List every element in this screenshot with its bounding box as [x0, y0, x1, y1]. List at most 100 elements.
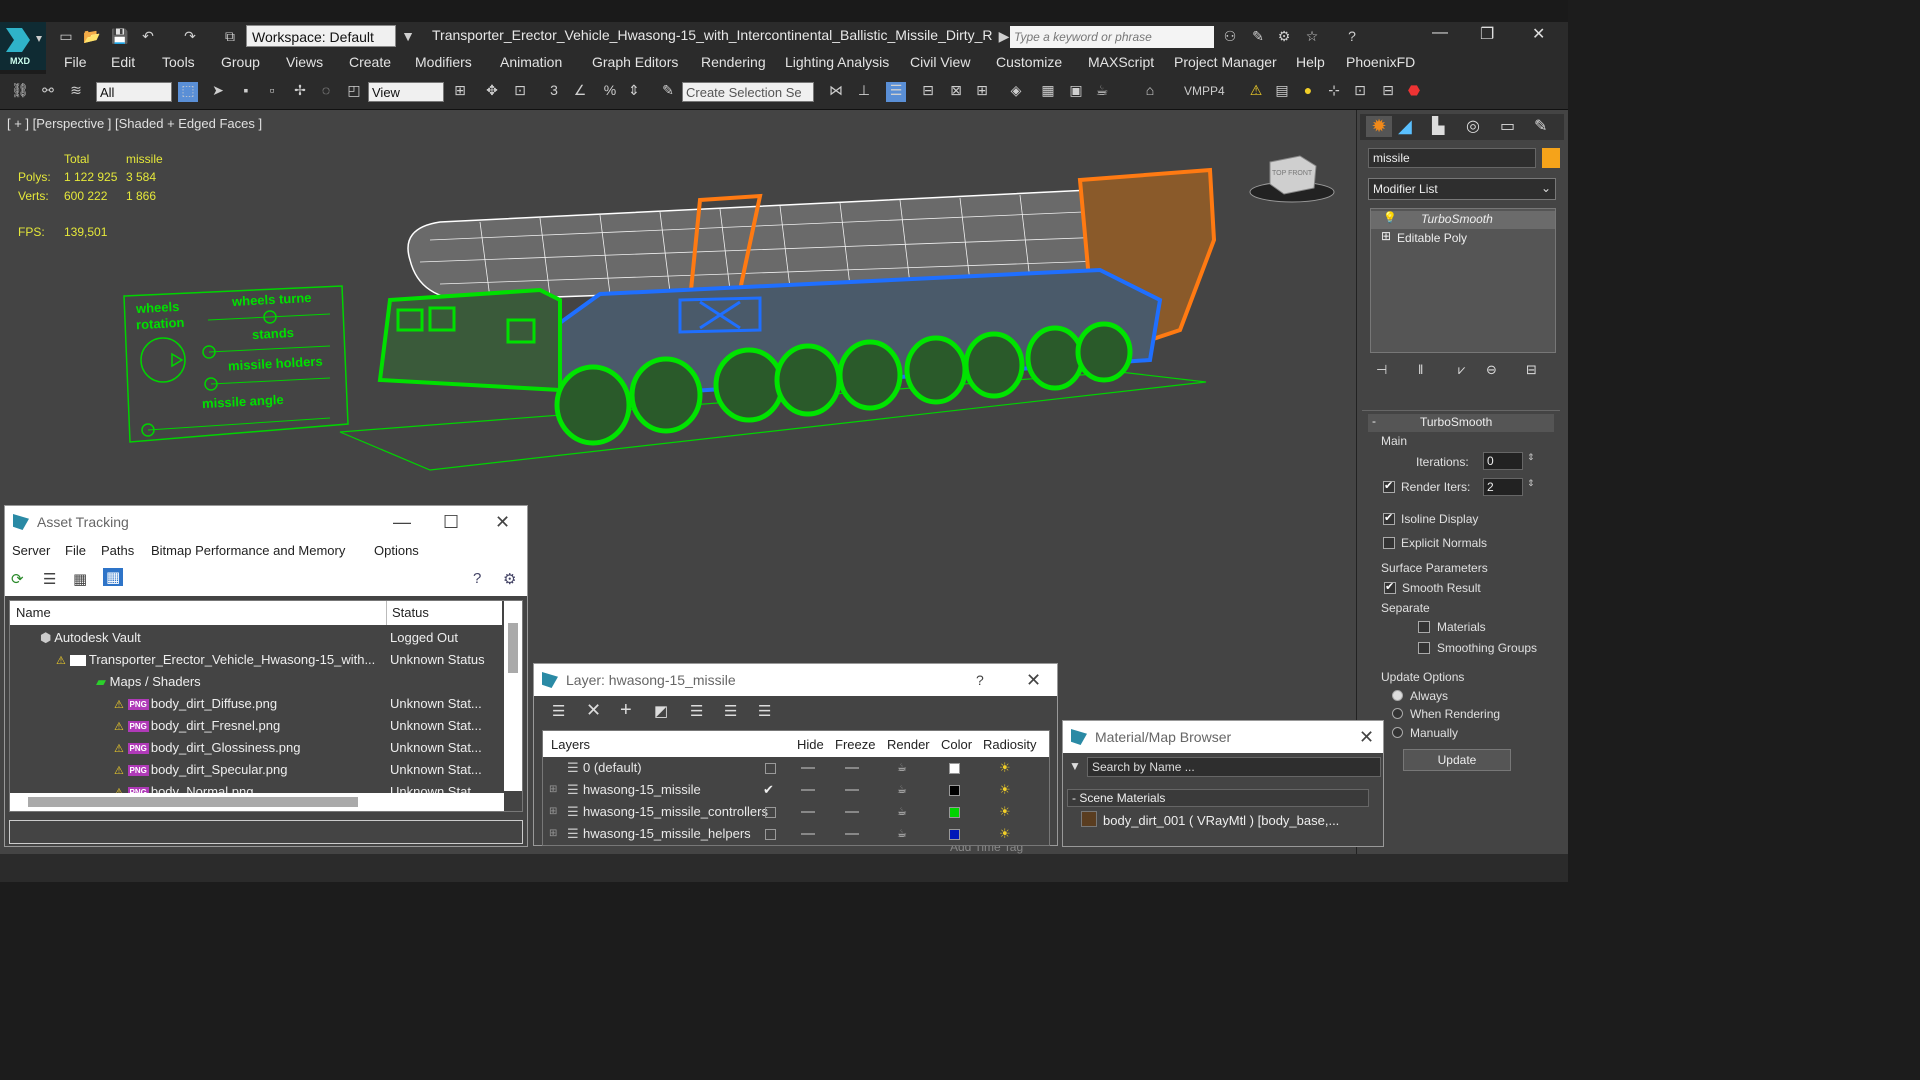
col-status-header[interactable]: Status	[392, 605, 429, 620]
chevron-down-icon[interactable]: ⌄	[1541, 181, 1551, 195]
layer-color-swatch[interactable]	[949, 807, 960, 818]
freeze-toggle[interactable]	[845, 811, 859, 813]
hierarchy-tab-icon[interactable]: ▙	[1432, 116, 1444, 136]
curve-editor-icon[interactable]: ⊠	[946, 82, 966, 102]
table-row[interactable]: ⚠ Transporter_Erector_Vehicle_Hwasong-15…	[10, 649, 522, 671]
binoculars-icon[interactable]: ⚇	[1220, 26, 1240, 46]
render-icon[interactable]: ☕	[1092, 82, 1112, 102]
active-layer-box[interactable]	[765, 763, 776, 774]
viewport-label[interactable]: [ + ] [Perspective ] [Shaded + Edged Fac…	[7, 116, 262, 131]
layer-color-swatch[interactable]	[949, 829, 960, 840]
isoline-display-checkbox[interactable]	[1383, 511, 1395, 525]
remove-modifier-icon[interactable]: ⊖	[1486, 362, 1497, 378]
menu-help[interactable]: Help	[1296, 54, 1325, 70]
close-icon[interactable]: ✕	[1532, 24, 1545, 44]
hide-toggle[interactable]	[801, 789, 815, 791]
layer-row[interactable]: ⊞ ☰ hwasong-15_missile_controllers ☕ ☀	[543, 801, 1049, 823]
grid-icon[interactable]: ⊹	[1324, 82, 1344, 102]
material-editor-icon[interactable]: ◈	[1006, 82, 1026, 102]
at-menu-file[interactable]: File	[65, 543, 86, 558]
link-icon[interactable]: ⛓	[10, 82, 30, 102]
menu-modifiers[interactable]: Modifiers	[415, 54, 472, 70]
mirror-icon[interactable]: ⋈	[826, 82, 846, 102]
close-icon[interactable]: ✕	[495, 506, 510, 538]
keyboard-shortcut-icon[interactable]: ⊡	[510, 82, 530, 102]
separate-smoothing-checkbox[interactable]	[1418, 642, 1430, 654]
make-unique-icon[interactable]: ⩗	[1458, 362, 1465, 378]
menu-tools[interactable]: Tools	[162, 54, 195, 70]
layer-explorer-icon[interactable]: ☰	[886, 82, 906, 102]
when-rendering-radio[interactable]	[1392, 708, 1403, 719]
thumbnail-view-icon[interactable]: ▦	[73, 570, 87, 588]
close-icon[interactable]: ✕	[1026, 664, 1041, 696]
table-view-icon[interactable]: ▦	[103, 568, 124, 586]
restore-icon[interactable]: ❐	[1480, 24, 1494, 44]
cart-icon[interactable]: ⚙	[1274, 26, 1294, 46]
create-tab-icon[interactable]: ✹	[1366, 116, 1392, 137]
radiosity-icon[interactable]: ☀	[999, 801, 1011, 823]
star-icon[interactable]: ☆	[1302, 26, 1322, 46]
workspace-dropdown[interactable]: Workspace: Default	[246, 25, 396, 47]
workspace-menu-icon[interactable]: ▼	[398, 26, 418, 46]
hide-toggle[interactable]	[801, 767, 815, 769]
asset-tracking-titlebar[interactable]: Asset Tracking — ☐ ✕	[5, 506, 527, 538]
hide-all-icon[interactable]: ☰	[724, 702, 737, 720]
export-icon[interactable]: ⊡	[1350, 82, 1370, 102]
table-row[interactable]: ⚠ PNG body_dirt_Glossiness.png Unknown St…	[10, 737, 522, 759]
rect-select-icon[interactable]: ▪	[236, 82, 256, 102]
light-bulb-icon[interactable]: ●	[1298, 82, 1318, 102]
select-manipulate-icon[interactable]: ✥	[482, 82, 502, 102]
freeze-header[interactable]: Freeze	[835, 737, 875, 752]
stack-item-turbosmooth[interactable]: 💡 TurboSmooth	[1371, 211, 1555, 229]
horizontal-scrollbar[interactable]	[10, 793, 504, 811]
table-row[interactable]: ⚠ PNG body_dirt_Fresnel.png Unknown Stat.…	[10, 715, 522, 737]
radiosity-header[interactable]: Radiosity	[983, 737, 1036, 752]
selection-filter-dropdown[interactable]: All	[96, 82, 172, 102]
highlight-layer-icon[interactable]: ☰	[690, 702, 703, 720]
browser-options-icon[interactable]: ▼	[1069, 759, 1081, 773]
at-menu-paths[interactable]: Paths	[101, 543, 134, 558]
current-layer-check-icon[interactable]: ✔	[763, 779, 774, 801]
explicit-normals-checkbox[interactable]	[1383, 537, 1395, 549]
help-search-input[interactable]: Type a keyword or phrase	[1010, 26, 1214, 48]
select-by-name-icon[interactable]: ➤	[208, 82, 228, 102]
list-view-icon[interactable]: ☰	[43, 570, 56, 588]
asset-path-field[interactable]	[9, 820, 523, 844]
menu-rendering[interactable]: Rendering	[701, 54, 766, 70]
configure-modifier-icon[interactable]: ⊟	[1526, 362, 1537, 378]
maximize-icon[interactable]: ☐	[443, 506, 459, 538]
stop-render-icon[interactable]: ⬣	[1404, 82, 1424, 102]
add-to-layer-icon[interactable]: +	[620, 699, 632, 722]
rollout-header-turbosmooth[interactable]: - TurboSmooth	[1368, 414, 1554, 432]
vmpp-icon[interactable]: ⌂	[1140, 82, 1160, 102]
save-icon[interactable]: 💾	[110, 26, 130, 46]
menu-edit[interactable]: Edit	[111, 54, 135, 70]
at-menu-options[interactable]: Options	[374, 543, 419, 558]
material-browser-titlebar[interactable]: Material/Map Browser ✕	[1063, 721, 1383, 753]
render-setup-icon[interactable]: ▦	[1038, 82, 1058, 102]
open-file-icon[interactable]: 📂	[82, 26, 102, 46]
layer-row[interactable]: ⊞ ☰ hwasong-15_missile_helpers ☕ ☀	[543, 823, 1049, 845]
hide-toggle[interactable]	[801, 811, 815, 813]
active-layer-box[interactable]	[765, 829, 776, 840]
scrollbar-thumb[interactable]	[28, 797, 358, 807]
menu-group[interactable]: Group	[221, 54, 260, 70]
radiosity-icon[interactable]: ☀	[999, 757, 1011, 779]
menu-project-manager[interactable]: Project Manager	[1174, 54, 1277, 70]
image-icon[interactable]: ▤	[1272, 82, 1292, 102]
named-selection-sets-dropdown[interactable]: Create Selection Se	[682, 82, 814, 102]
menu-views[interactable]: Views	[286, 54, 323, 70]
iterations-spinner[interactable]: 0	[1483, 452, 1523, 470]
menu-customize[interactable]: Customize	[996, 54, 1062, 70]
freeze-toggle[interactable]	[845, 789, 859, 791]
batch-icon[interactable]: ⊟	[1378, 82, 1398, 102]
edit-named-selection-icon[interactable]: ✎	[658, 82, 678, 102]
tools-icon[interactable]: ✎	[1248, 26, 1268, 46]
snap-3d-icon[interactable]: 3	[544, 82, 564, 102]
help-icon[interactable]: ?	[1342, 26, 1362, 46]
rotate-icon[interactable]: ◌	[316, 82, 336, 102]
spinner-arrows-icon[interactable]: ⇕	[1527, 452, 1535, 463]
help-button[interactable]: ?	[976, 664, 984, 696]
scene-materials-group[interactable]: - Scene Materials	[1067, 789, 1369, 807]
help-icon[interactable]: ?	[473, 570, 481, 587]
